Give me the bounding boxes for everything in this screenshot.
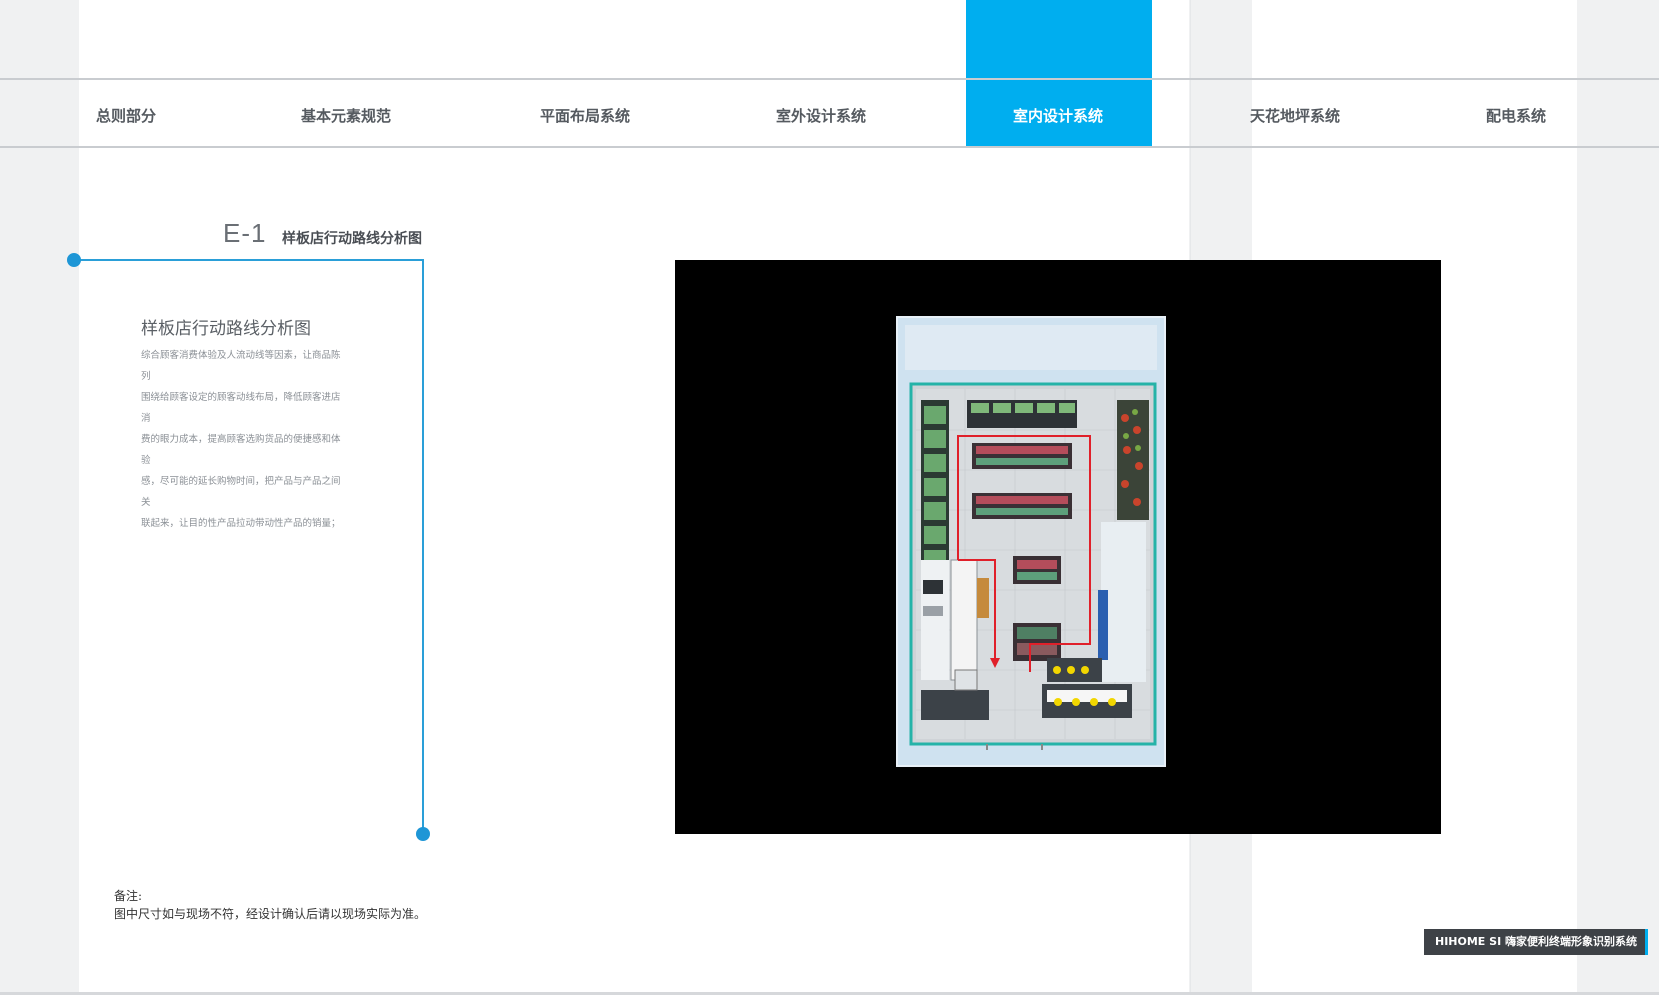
note: 备注: 图中尺寸如与现场不符，经设计确认后请以现场实际为准。 xyxy=(114,887,426,923)
description-line: 费的眼力成本，提高顾客选购货品的便捷感和体验 xyxy=(141,434,341,466)
bracket-top-line xyxy=(73,259,423,261)
section-code: E-1 xyxy=(223,218,267,248)
note-text: 图中尺寸如与现场不符，经设计确认后请以现场实际为准。 xyxy=(114,907,427,921)
tab-ceiling-floor[interactable]: 天花地坪系统 xyxy=(1250,102,1340,130)
store-floor-plan xyxy=(896,316,1166,767)
description-title: 样板店行动路线分析图 xyxy=(141,319,311,339)
tab-electrical[interactable]: 配电系统 xyxy=(1486,102,1546,130)
bracket-right-line xyxy=(422,259,424,834)
brand-accent-bar xyxy=(1645,929,1648,955)
brand-footer-label: HIHOME SI 嗨家便利终端形象识别系统 xyxy=(1424,929,1647,955)
section-title: 样板店行动路线分析图 xyxy=(282,231,422,247)
tab-general[interactable]: 总则部分 xyxy=(96,102,156,130)
tab-floor-layout[interactable]: 平面布局系统 xyxy=(540,102,630,130)
tab-exterior-design[interactable]: 室外设计系统 xyxy=(776,102,866,130)
description-line: 综合顾客消费体验及人流动线等因素，让商品陈列 xyxy=(141,350,341,382)
description-line: 感，尽可能的延长购物时间，把产品与产品之间关 xyxy=(141,476,341,508)
tab-interior-design[interactable]: 室内设计系统 xyxy=(1013,102,1103,130)
bracket-end-dot xyxy=(416,827,430,841)
nav-bottom-rule xyxy=(0,146,1659,148)
description-line: 围绕给顾客设定的顾客动线布局，降低顾客进店消 xyxy=(141,392,341,424)
bracket-start-dot xyxy=(67,253,81,267)
tab-basic-elements[interactable]: 基本元素规范 xyxy=(301,102,391,130)
floor-plan-frame xyxy=(675,260,1441,834)
nav-top-rule xyxy=(0,78,1659,80)
description-body: 综合顾客消费体验及人流动线等因素，让商品陈列 围绕给顾客设定的顾客动线布局，降低… xyxy=(141,345,346,534)
description-line: 联起来，让目的性产品拉动带动性产品的销量； xyxy=(141,518,341,529)
note-label: 备注: xyxy=(114,889,143,903)
